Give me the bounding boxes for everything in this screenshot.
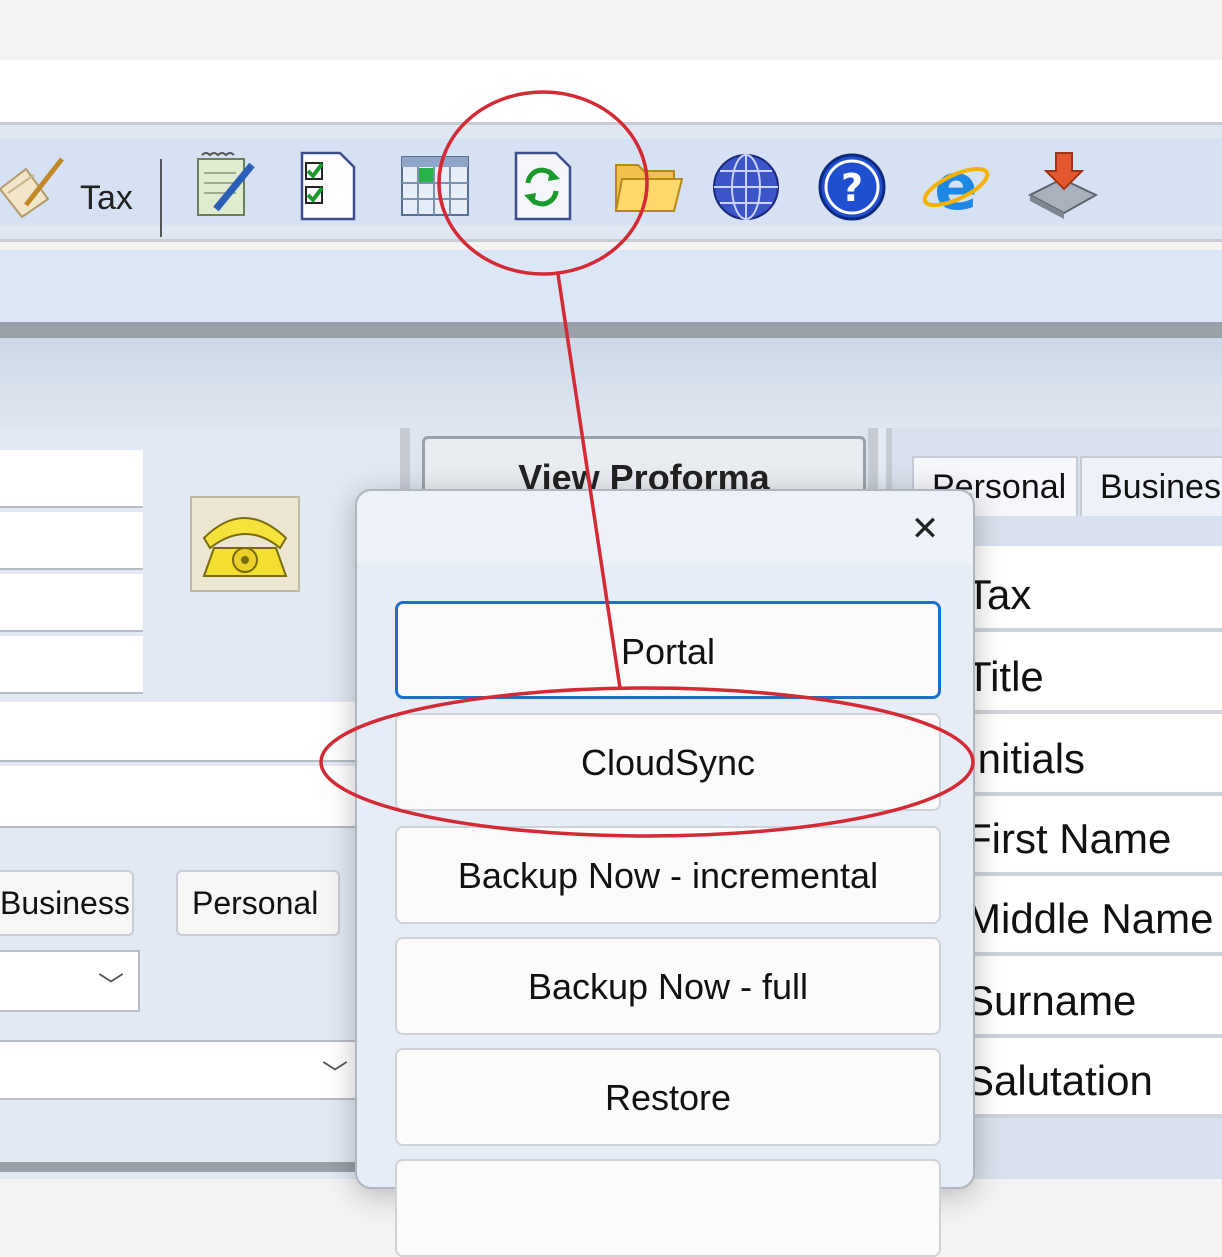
toolbar-separator <box>160 159 162 237</box>
telephone-icon <box>202 517 288 577</box>
portal-button[interactable]: Portal <box>395 601 941 699</box>
spreadsheet-icon[interactable] <box>398 149 470 221</box>
chevron-down-icon: ﹀ <box>98 971 125 1001</box>
personal-button-label: Personal <box>192 885 319 921</box>
internet-explorer-icon[interactable]: e <box>920 149 992 225</box>
field-initials[interactable]: Initials <box>966 716 1222 796</box>
svg-text:?: ? <box>841 166 863 210</box>
field-title[interactable]: Title <box>966 634 1222 714</box>
divider <box>0 322 1222 338</box>
top-bar <box>0 0 1222 60</box>
backup-full-button[interactable]: Backup Now - full <box>395 937 941 1035</box>
address-area <box>0 60 1222 122</box>
left-field-4[interactable] <box>0 636 143 694</box>
personal-button[interactable]: Personal <box>176 870 340 936</box>
tab-business[interactable]: Business <box>1080 456 1222 516</box>
business-button[interactable]: Business <box>0 870 134 936</box>
field-surname[interactable]: Surname <box>966 958 1222 1038</box>
backup-incremental-button[interactable]: Backup Now - incremental <box>395 826 941 924</box>
phone-button[interactable] <box>190 496 300 592</box>
chevron-down-icon: ﹀ <box>322 1059 349 1089</box>
bottom-divider <box>0 1162 400 1172</box>
backup-dialog: ✕ Portal CloudSync Backup Now - incremen… <box>355 489 975 1257</box>
help-icon[interactable]: ? <box>816 149 888 221</box>
left-field-wide-2[interactable] <box>0 766 360 828</box>
left-field-2[interactable] <box>0 512 143 570</box>
svg-text:e: e <box>934 151 977 221</box>
folder-icon[interactable] <box>612 149 684 221</box>
left-field-1[interactable] <box>0 450 143 508</box>
toolbar-strip: Tax ? e <box>0 139 1222 237</box>
left-field-wide-1[interactable] <box>0 702 360 762</box>
field-salutation[interactable]: Salutation <box>966 1038 1222 1118</box>
notepad-icon[interactable] <box>190 149 262 221</box>
restore-button[interactable]: Restore <box>395 1048 941 1146</box>
more-dialog-button[interactable] <box>395 1159 941 1257</box>
main-header-band <box>0 338 1222 428</box>
tax-label[interactable]: Tax <box>80 179 133 218</box>
field-first-name[interactable]: First Name <box>966 796 1222 876</box>
toolbar: Tax ? e <box>0 122 1222 242</box>
checklist-icon[interactable] <box>294 149 366 221</box>
details-footer <box>962 1136 1222 1179</box>
left-dropdown-2[interactable]: ﹀ <box>0 1040 360 1100</box>
sync-icon[interactable] <box>510 149 582 221</box>
dialog-header <box>357 491 973 565</box>
cloudsync-button[interactable]: CloudSync <box>395 713 941 811</box>
close-icon[interactable]: ✕ <box>905 509 945 549</box>
business-button-label: Business <box>0 885 130 921</box>
toolbar-lower-band <box>0 250 1222 322</box>
field-middle-name[interactable]: Middle Name <box>966 876 1222 956</box>
download-tray-icon[interactable] <box>1026 149 1099 221</box>
left-field-3[interactable] <box>0 574 143 632</box>
tax-pen-icon[interactable] <box>0 149 68 221</box>
field-tax-reference[interactable]: Tax Reference <box>966 552 1222 704</box>
globe-icon[interactable] <box>710 149 782 221</box>
left-dropdown-1[interactable]: ﹀ <box>0 950 140 1012</box>
